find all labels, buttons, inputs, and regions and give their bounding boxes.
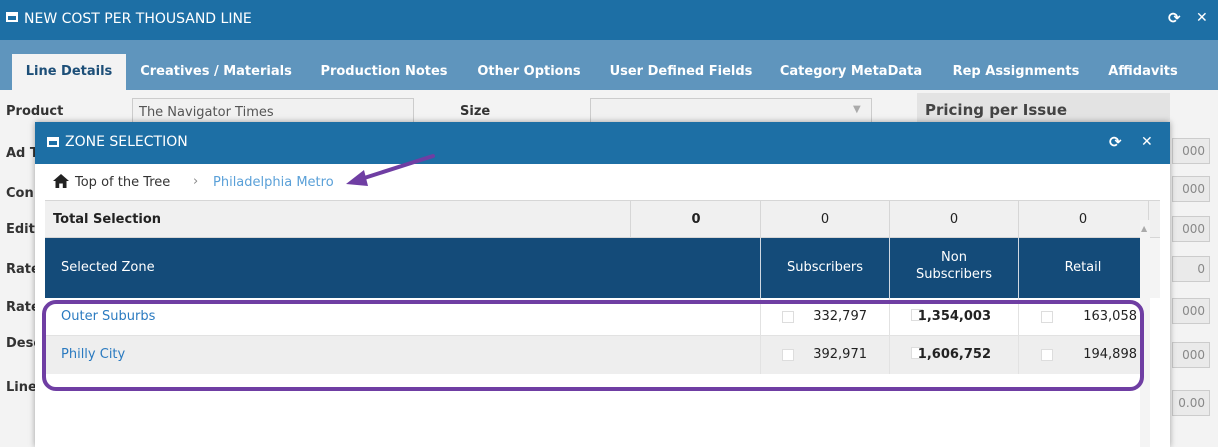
refresh-icon[interactable]: ⟳ [1168,9,1181,27]
pricing-value-cell[interactable]: 0.00 [1172,390,1210,416]
home-icon[interactable] [53,174,69,188]
total-subscribers: 0 [820,212,830,227]
column-header-retail[interactable]: Retail [1019,260,1147,275]
tab-bar: Line Details Creatives / Materials Produ… [0,40,1218,90]
form-label-partial: Con [6,186,34,201]
close-icon[interactable]: ✕ [1141,134,1153,150]
annotation-arrow-icon [346,154,435,186]
tab-creatives-materials[interactable]: Creatives / Materials [132,54,300,90]
breadcrumb-root-link[interactable]: Top of the Tree [75,175,170,190]
product-field[interactable]: The Navigator Times [132,98,414,124]
column-header-line: Subscribers [916,267,992,282]
pricing-header: Pricing per Issue [925,101,1068,119]
size-select[interactable]: ▼ [590,98,872,124]
total-selection-label: Total Selection [53,212,162,227]
tab-line-details[interactable]: Line Details [12,54,126,90]
total-non-subscribers: 0 [949,212,959,227]
refresh-icon[interactable]: ⟳ [1109,133,1122,151]
tab-user-defined-fields[interactable]: User Defined Fields [602,54,760,90]
pricing-value-cell[interactable]: 0 [1172,256,1210,282]
product-label: Product [6,104,64,119]
zone-selection-dialog: ZONE SELECTION ⟳ ✕ Top of the Tree › Phi… [35,122,1170,447]
tab-other-options[interactable]: Other Options [466,54,592,90]
annotation-highlight-box [42,300,1144,391]
tab-production-notes[interactable]: Production Notes [310,54,458,90]
tab-affidavits[interactable]: Affidavits [1096,54,1190,90]
column-header-line: Non [941,250,967,265]
tab-category-metadata[interactable]: Category MetaData [770,54,932,90]
tab-rep-assignments[interactable]: Rep Assignments [942,54,1090,90]
column-header-non-subscribers[interactable]: Non Subscribers [890,250,1018,282]
form-label-partial: Line [6,380,37,395]
pricing-value-cell[interactable]: 000 [1172,342,1210,368]
pricing-value-cell[interactable]: 000 [1172,216,1210,242]
column-header-selected-zone[interactable]: Selected Zone [61,260,155,275]
scroll-up-icon[interactable]: ▲ [1141,224,1147,233]
window-icon [47,137,59,147]
close-icon[interactable]: ✕ [1196,10,1208,26]
total-retail: 0 [1078,212,1088,227]
grid-header-row: Selected Zone Subscribers Non Subscriber… [45,238,1148,298]
pricing-header-panel: Pricing per Issue [917,93,1205,125]
dialog-title: ZONE SELECTION [65,134,188,150]
chevron-down-icon: ▼ [853,104,861,115]
breadcrumb-current[interactable]: Philadelphia Metro [213,175,334,190]
product-value: The Navigator Times [139,105,274,120]
size-label: Size [460,104,491,119]
column-header-subscribers[interactable]: Subscribers [761,260,889,275]
form-label-partial: Ad T [6,146,39,161]
breadcrumb-separator: › [193,174,199,189]
outer-window-title: NEW COST PER THOUSAND LINE [24,11,252,27]
pricing-value-cell[interactable]: 000 [1172,176,1210,202]
outer-window-title-bar: NEW COST PER THOUSAND LINE ⟳ ✕ [0,0,1218,40]
window-icon [6,12,18,22]
breadcrumb: Top of the Tree › Philadelphia Metro [35,164,1170,200]
pricing-value-cell[interactable]: 000 [1172,138,1210,164]
dialog-title-bar: ZONE SELECTION ⟳ ✕ [35,122,1170,164]
total-selection-row: Total Selection 0 0 0 0 [45,200,1160,238]
pricing-value-cell[interactable]: 000 [1172,298,1210,324]
total-selection-count: 0 [691,212,701,227]
form-label-partial: Edit [6,222,35,237]
